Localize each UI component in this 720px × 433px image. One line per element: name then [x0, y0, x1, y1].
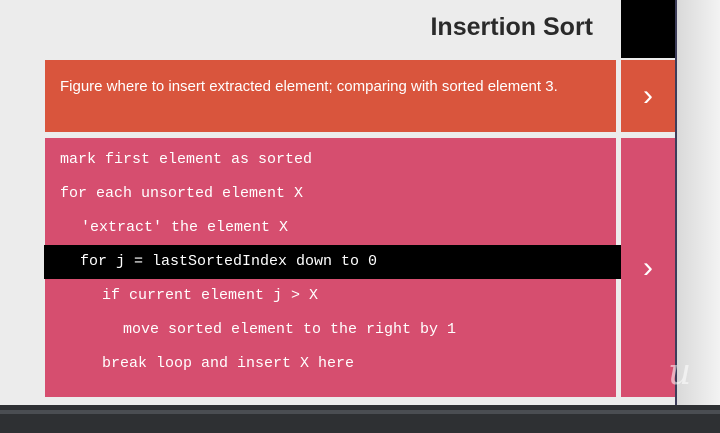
- pseudocode-line-active: for j = lastSortedIndex down to 0: [44, 245, 622, 279]
- pseudocode-toggle-button[interactable]: ›: [621, 138, 675, 397]
- status-toggle-button[interactable]: ›: [621, 60, 675, 132]
- right-edge-margin: [675, 0, 720, 405]
- panel-divider-top: [621, 0, 675, 58]
- status-message: Figure where to insert extracted element…: [60, 78, 558, 95]
- pseudocode-line: break loop and insert X here: [102, 355, 355, 372]
- pseudocode-lines: mark first element as sorted for each uns…: [44, 143, 622, 381]
- pseudocode-panel: mark first element as sorted for each uns…: [44, 138, 622, 397]
- pseudocode-line: if current element j > X: [102, 287, 319, 304]
- right-edge-border: [675, 0, 677, 405]
- pseudocode-line: 'extract' the element X: [81, 219, 289, 236]
- page-title: Insertion Sort: [430, 13, 593, 41]
- chevron-right-icon: ›: [643, 79, 653, 112]
- progress-track[interactable]: [0, 410, 720, 414]
- pseudocode-line: mark first element as sorted: [60, 151, 313, 168]
- status-panel: Figure where to insert extracted element…: [45, 60, 616, 132]
- visualization-stage: Insertion Sort Figure where to insert ex…: [0, 0, 720, 433]
- watermark-logo: u: [668, 352, 692, 393]
- pseudocode-line: for each unsorted element X: [60, 185, 304, 202]
- pseudocode-line: move sorted element to the right by 1: [123, 321, 457, 338]
- chevron-right-icon: ›: [643, 250, 653, 284]
